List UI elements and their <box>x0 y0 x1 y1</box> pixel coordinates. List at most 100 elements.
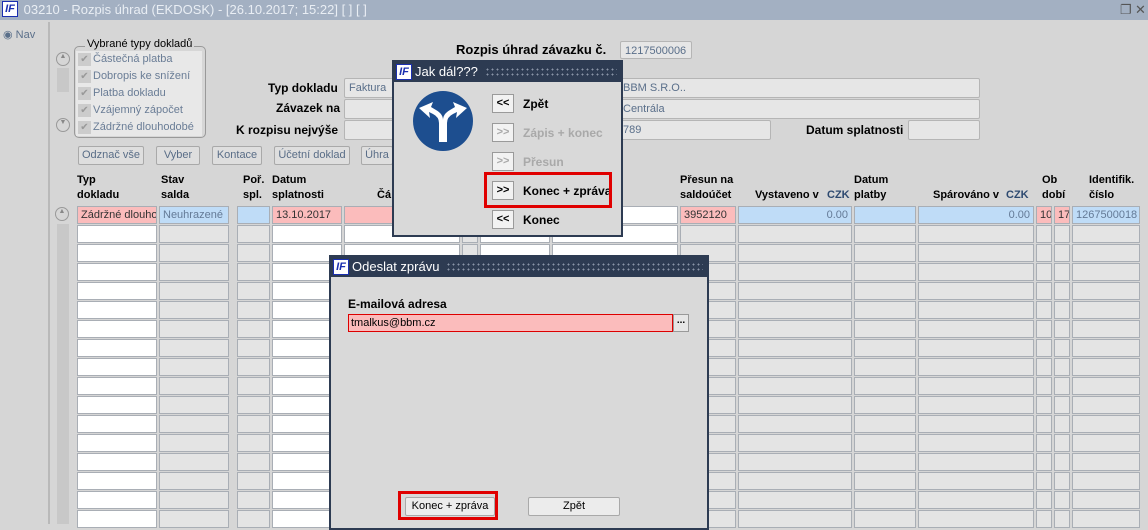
checkbox-checked-icon[interactable]: ✔ <box>78 87 91 100</box>
option-1-label[interactable]: Zápis + konec <box>523 126 603 140</box>
cell-ob2[interactable] <box>1054 339 1070 357</box>
cell-vystaveno[interactable] <box>738 263 852 281</box>
cell-por[interactable] <box>237 282 270 300</box>
cell-typ[interactable] <box>77 339 157 357</box>
cell-sparovano[interactable] <box>918 377 1034 395</box>
cell-por[interactable] <box>237 320 270 338</box>
cell-ident[interactable] <box>1072 339 1140 357</box>
cell-por[interactable] <box>237 453 270 471</box>
cell-platby[interactable] <box>854 358 916 376</box>
cell-vystaveno[interactable] <box>738 358 852 376</box>
cell-por[interactable] <box>237 244 270 262</box>
doc-types-scroll-down[interactable]: ▼ <box>56 118 70 132</box>
cell-stav[interactable] <box>159 320 229 338</box>
cell-typ[interactable] <box>77 301 157 319</box>
cell-ob1[interactable] <box>1036 339 1052 357</box>
cell-stav[interactable] <box>159 396 229 414</box>
cell-stav[interactable] <box>159 510 229 528</box>
cell-platby[interactable] <box>854 339 916 357</box>
cell-ident[interactable] <box>1072 301 1140 319</box>
cell-sparovano[interactable] <box>918 358 1034 376</box>
cell-vystaveno[interactable] <box>738 453 852 471</box>
checkbox-checked-icon[interactable]: ✔ <box>78 53 91 66</box>
cell-typ[interactable] <box>77 491 157 509</box>
cell-stav[interactable] <box>159 491 229 509</box>
cell-stav[interactable] <box>159 263 229 281</box>
cell-sparovano[interactable] <box>918 282 1034 300</box>
cell-por[interactable] <box>237 415 270 433</box>
cell-sparovano[interactable] <box>918 301 1034 319</box>
option-2-arrow-button[interactable]: >> <box>492 152 514 171</box>
cell-platby[interactable] <box>854 282 916 300</box>
ucetni-doklad-button[interactable]: Účetní doklad <box>274 146 350 165</box>
cell-typ[interactable] <box>77 453 157 471</box>
cell-sparovano[interactable] <box>918 491 1034 509</box>
option-1-arrow-button[interactable]: >> <box>492 123 514 142</box>
cell-por[interactable] <box>237 510 270 528</box>
doc-type-item[interactable]: ✔ Dobropis ke snížení <box>76 68 202 85</box>
cell-ob1[interactable] <box>1036 396 1052 414</box>
cell-ob1[interactable] <box>1036 244 1052 262</box>
option-4-label[interactable]: Konec <box>523 213 560 227</box>
option-0-arrow-button[interactable]: << <box>492 94 514 113</box>
cell-por[interactable] <box>237 491 270 509</box>
cell-platby[interactable] <box>854 301 916 319</box>
partner-field[interactable]: BBM S.R.O.. <box>618 78 980 98</box>
cell-ident[interactable]: 1267500018 <box>1072 206 1140 224</box>
cell-ob2[interactable] <box>1054 377 1070 395</box>
cell-ident[interactable] <box>1072 491 1140 509</box>
cell-ob2[interactable] <box>1054 510 1070 528</box>
cell-platby[interactable] <box>854 510 916 528</box>
cell-sparovano[interactable] <box>918 472 1034 490</box>
uhrada-button[interactable]: Úhra <box>361 146 393 165</box>
cell-stav[interactable] <box>159 301 229 319</box>
cell-sparovano[interactable] <box>918 244 1034 262</box>
checkbox-checked-icon[interactable]: ✔ <box>78 104 91 117</box>
cell-ob2[interactable] <box>1054 491 1070 509</box>
cell-datum[interactable] <box>272 225 342 243</box>
cell-stav[interactable] <box>159 415 229 433</box>
cell-ob1[interactable] <box>1036 320 1052 338</box>
cell-stav[interactable] <box>159 472 229 490</box>
option-4-arrow-button[interactable]: << <box>492 210 514 229</box>
cell-sparovano[interactable] <box>918 263 1034 281</box>
cell-sparovano[interactable] <box>918 415 1034 433</box>
cell-ob1[interactable] <box>1036 225 1052 243</box>
cell-por[interactable] <box>237 225 270 243</box>
cell-stav[interactable] <box>159 225 229 243</box>
cell-por[interactable] <box>237 206 270 224</box>
cell-platby[interactable] <box>854 453 916 471</box>
cell-typ[interactable] <box>77 320 157 338</box>
cell-ob1[interactable] <box>1036 491 1052 509</box>
cell-stav[interactable] <box>159 453 229 471</box>
cell-stav[interactable] <box>159 434 229 452</box>
cell-ident[interactable] <box>1072 320 1140 338</box>
nav-button[interactable]: ◉ Nav <box>3 28 35 41</box>
cell-typ[interactable] <box>77 415 157 433</box>
cell-ob2[interactable] <box>1054 415 1070 433</box>
cell-ob1[interactable] <box>1036 358 1052 376</box>
checkbox-checked-icon[interactable]: ✔ <box>78 121 91 134</box>
cell-platby[interactable] <box>854 225 916 243</box>
cell-sparovano[interactable] <box>918 339 1034 357</box>
cell-por[interactable] <box>237 377 270 395</box>
cell-vystaveno[interactable] <box>738 472 852 490</box>
cell-typ[interactable] <box>77 225 157 243</box>
cell-ob2[interactable] <box>1054 358 1070 376</box>
cell-typ[interactable] <box>77 510 157 528</box>
cell-vystaveno[interactable] <box>738 244 852 262</box>
cell-vystaveno[interactable] <box>738 491 852 509</box>
cell-por[interactable] <box>237 434 270 452</box>
cell-platby[interactable] <box>854 263 916 281</box>
cell-datum[interactable]: 13.10.2017 <box>272 206 342 224</box>
cell-ob1[interactable] <box>1036 472 1052 490</box>
cell-platby[interactable] <box>854 434 916 452</box>
cell-typ[interactable] <box>77 434 157 452</box>
cell-ident[interactable] <box>1072 434 1140 452</box>
cell-por[interactable] <box>237 263 270 281</box>
cell-vystaveno[interactable]: 0.00 <box>738 206 852 224</box>
cell-ident[interactable] <box>1072 244 1140 262</box>
kontace-button[interactable]: Kontace <box>212 146 262 165</box>
cell-presun[interactable]: 3952120 <box>680 206 736 224</box>
cell-stav[interactable] <box>159 339 229 357</box>
